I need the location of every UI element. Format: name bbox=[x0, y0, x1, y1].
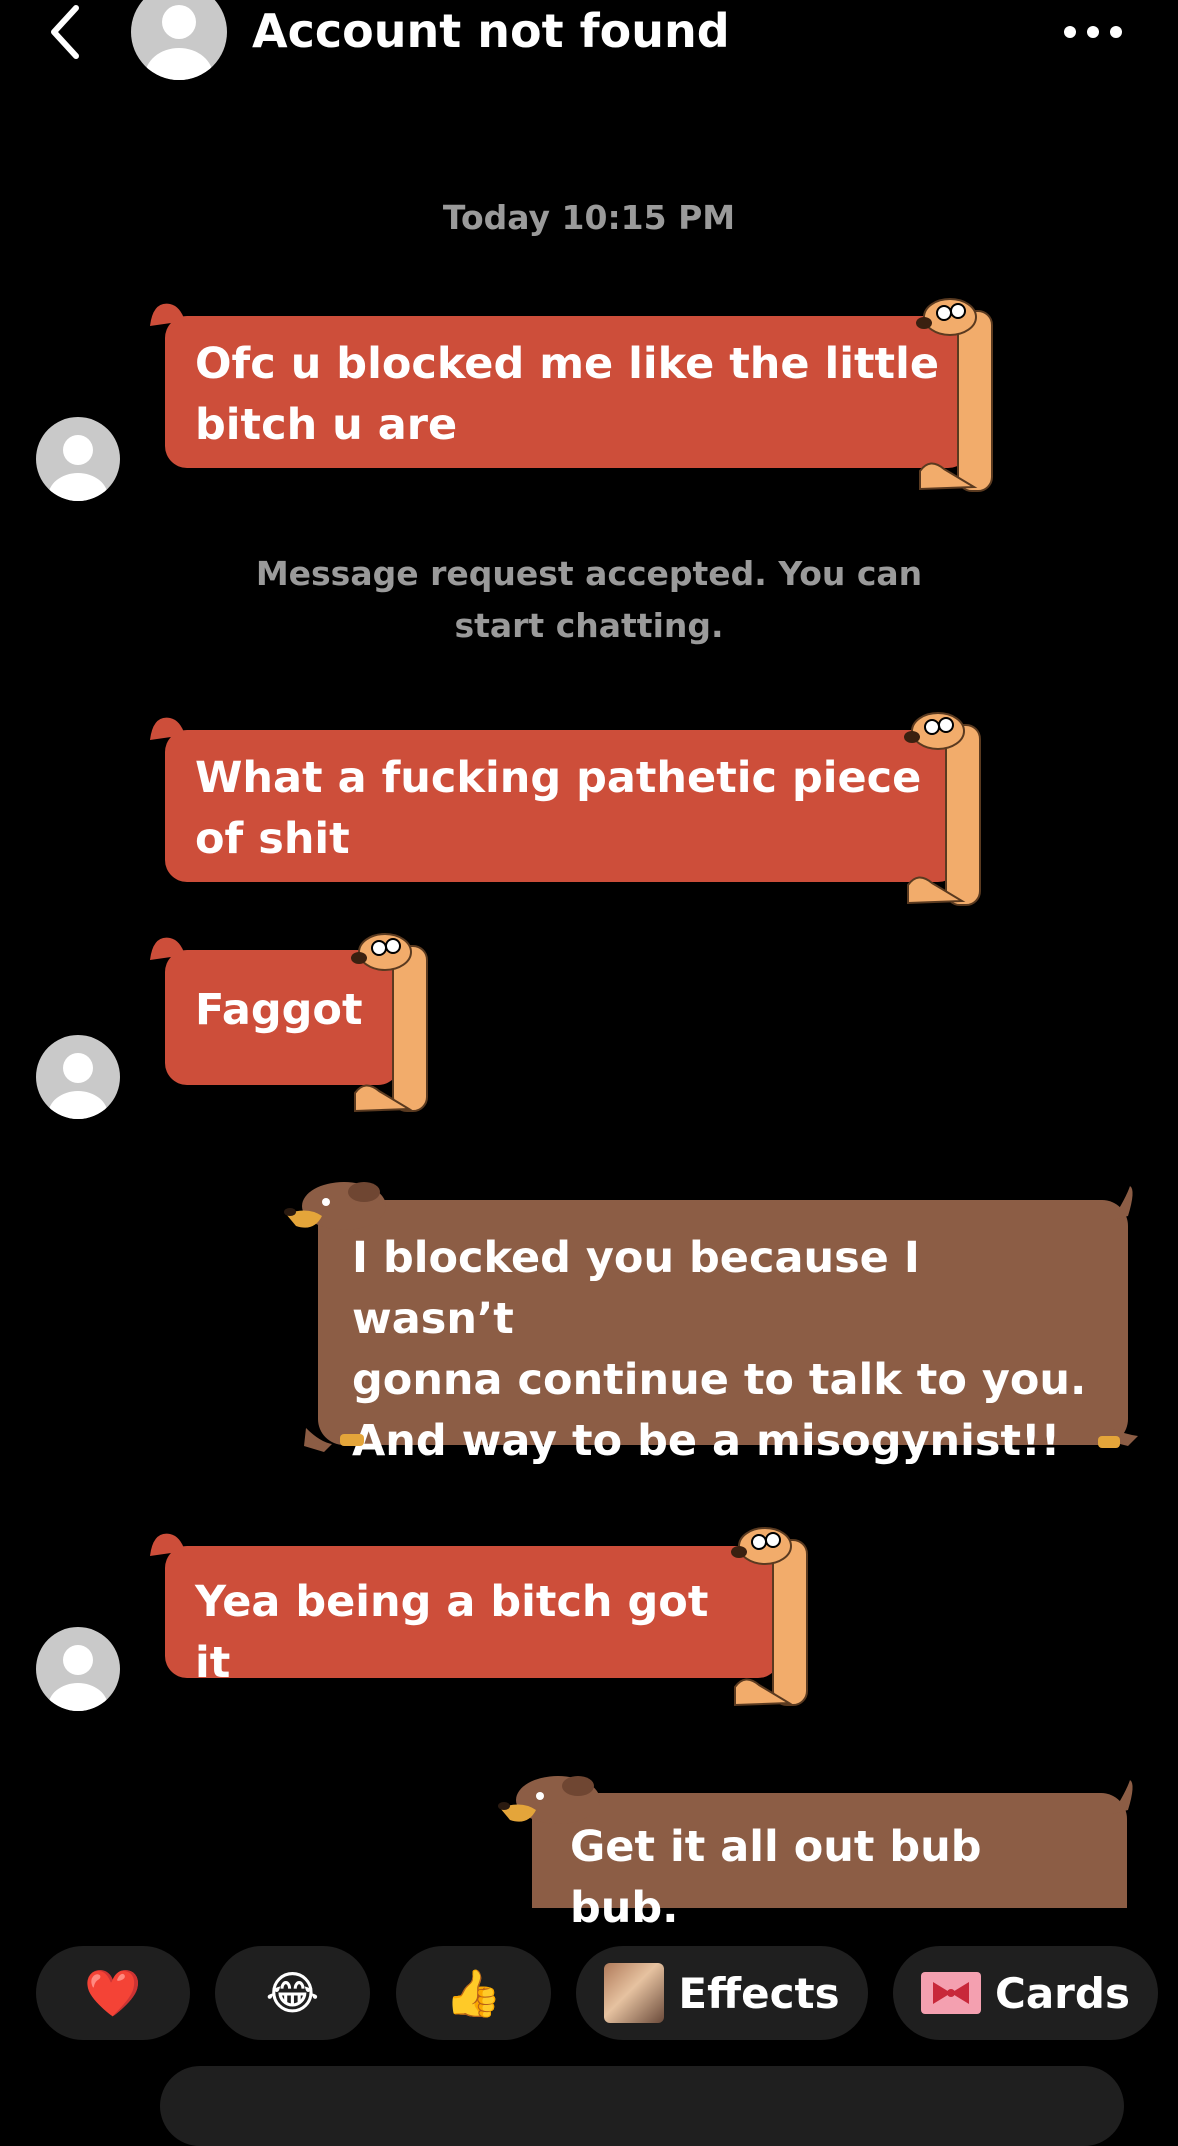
sender-avatar[interactable] bbox=[36, 1627, 120, 1711]
default-avatar-icon bbox=[145, 5, 213, 80]
dog-tail-icon bbox=[150, 717, 185, 740]
timestamp: Today 10:15 PM bbox=[442, 198, 736, 237]
default-avatar-icon bbox=[48, 1645, 108, 1711]
message-bubble-received[interactable]: What a fucking pathetic piece of shit bbox=[165, 730, 960, 882]
cards-label: Cards bbox=[995, 1968, 1130, 2018]
dog-legs-icon bbox=[304, 1428, 1138, 1452]
dog-head-icon bbox=[284, 1182, 386, 1230]
effects-label: Effects bbox=[678, 1968, 840, 2018]
laugh-reaction-button[interactable]: 😂 bbox=[215, 1946, 370, 2040]
effects-thumbnail-icon bbox=[604, 1963, 665, 2023]
default-avatar-icon bbox=[48, 435, 108, 501]
chevron-left-icon bbox=[51, 5, 79, 59]
thumbs-up-reaction-button[interactable]: 👍 bbox=[396, 1946, 551, 2040]
message-bubble-received[interactable]: Yea being a bitch got it bbox=[165, 1546, 780, 1688]
more-options-button[interactable] bbox=[1058, 10, 1128, 50]
system-message: Message request accepted. You can start … bbox=[255, 554, 923, 645]
dog-head-icon bbox=[731, 1527, 808, 1707]
message-bubble-sent[interactable]: I blocked you because I wasn’t gonna con… bbox=[318, 1200, 1128, 1466]
heart-icon: ❤️ bbox=[84, 1965, 142, 2020]
default-avatar-icon bbox=[48, 1053, 108, 1119]
heart-reaction-button[interactable]: ❤️ bbox=[36, 1946, 190, 2040]
header-avatar[interactable] bbox=[131, 0, 227, 80]
message-text: Yea being a bitch got it bbox=[195, 1577, 709, 1688]
sender-avatar[interactable] bbox=[36, 417, 120, 501]
gift-card-icon bbox=[921, 1972, 982, 2014]
effects-button[interactable]: Effects bbox=[576, 1946, 868, 2040]
dog-tail-icon bbox=[150, 1533, 185, 1556]
conversation-title[interactable]: Account not found bbox=[252, 0, 730, 62]
message-text: Ofc u blocked me like the little bitch u… bbox=[195, 339, 939, 450]
back-button[interactable] bbox=[40, 0, 100, 60]
dog-head-icon bbox=[498, 1776, 600, 1824]
dog-tail-icon bbox=[150, 937, 185, 960]
dog-tail-icon bbox=[150, 303, 185, 326]
message-bubble-received[interactable]: Ofc u blocked me like the little bitch u… bbox=[165, 316, 970, 468]
message-input[interactable] bbox=[160, 2066, 1124, 2146]
dog-head-icon bbox=[916, 298, 993, 492]
message-text: Get it all out bub bub. bbox=[570, 1822, 982, 1933]
dog-tail-icon bbox=[1112, 1780, 1133, 1814]
dog-head-icon bbox=[904, 712, 981, 906]
more-horizontal-icon bbox=[1064, 26, 1122, 38]
cards-button[interactable]: Cards bbox=[893, 1946, 1158, 2040]
thumbs-up-icon: 👍 bbox=[444, 1965, 503, 2020]
sender-avatar[interactable] bbox=[36, 1035, 120, 1119]
message-bubble-sent[interactable]: Get it all out bub bub. bbox=[532, 1793, 1127, 1933]
laughing-emoji-icon: 😂 bbox=[265, 1966, 320, 2020]
dog-tail-icon bbox=[1112, 1186, 1133, 1220]
message-text: What a fucking pathetic piece of shit bbox=[195, 753, 922, 864]
dog-head-icon bbox=[351, 933, 428, 1113]
